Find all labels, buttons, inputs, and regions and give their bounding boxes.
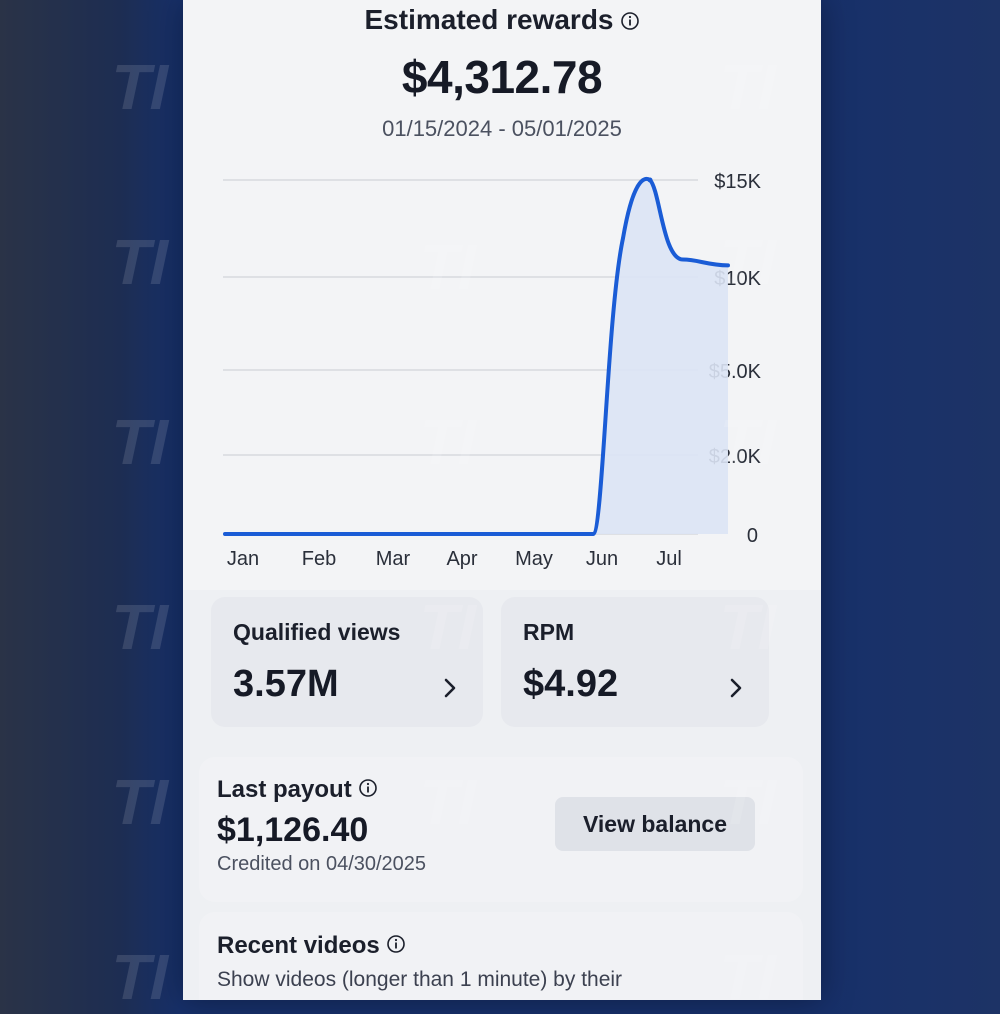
rpm-card[interactable]: RPM $4.92 — [501, 597, 769, 727]
series-point — [647, 177, 653, 183]
last-payout-title-text: Last payout — [217, 776, 352, 803]
x-tick-label: Apr — [446, 548, 477, 570]
x-tick-label: Jun — [586, 548, 618, 570]
watermark-logo: TI — [104, 941, 177, 1013]
series-area — [225, 178, 728, 534]
x-tick-label: May — [515, 548, 553, 570]
watermark-logo: TI — [104, 766, 177, 838]
qualified-views-label: Qualified views — [233, 619, 401, 645]
chevron-right-icon — [443, 677, 457, 704]
rpm-value: $4.92 — [523, 663, 619, 705]
last-payout-card: Last payout $1,126.40 Credited on 04/30/… — [199, 757, 803, 902]
info-icon[interactable] — [620, 6, 640, 38]
x-tick-label: Feb — [302, 548, 336, 570]
recent-videos-card: Recent videos Show videos (longer than 1… — [199, 912, 803, 1000]
watermark-logo: TI — [104, 51, 177, 123]
recent-videos-title: Recent videos — [217, 932, 406, 961]
rewards-summary: Estimated rewards $4,312.78 01/15/2024 -… — [183, 0, 821, 590]
recent-videos-title-text: Recent videos — [217, 932, 380, 959]
last-payout-title: Last payout — [217, 776, 378, 805]
y-tick-label: $15K — [714, 171, 761, 193]
last-payout-amount: $1,126.40 — [217, 811, 369, 849]
qualified-views-value: 3.57M — [233, 663, 339, 705]
info-icon[interactable] — [358, 777, 378, 805]
x-tick-label: Jul — [656, 548, 682, 570]
y-tick-label: 0 — [747, 525, 758, 547]
rpm-label: RPM — [523, 619, 575, 645]
watermark-logo: TI — [104, 591, 177, 663]
x-tick-label: Mar — [376, 548, 411, 570]
watermark-logo: TI — [104, 406, 177, 478]
watermark-logo: TI — [104, 226, 177, 298]
recent-videos-description: Show videos (longer than 1 minute) by th… — [217, 968, 623, 991]
page-title: Estimated rewards — [183, 4, 821, 38]
date-range[interactable]: 01/15/2024 - 05/01/2025 — [183, 116, 821, 142]
chevron-right-icon — [729, 677, 743, 704]
info-icon[interactable] — [386, 933, 406, 961]
qualified-views-card[interactable]: Qualified views 3.57M — [211, 597, 483, 727]
rewards-line-chart: 0$2.0K$5.0K$10K$15KJan Feb Mar Apr May Jun Jul — [223, 171, 762, 570]
credited-date: Credited on 04/30/2025 — [217, 853, 427, 875]
page-title-text: Estimated rewards — [364, 4, 614, 35]
view-balance-button[interactable]: View balance — [555, 797, 755, 851]
estimated-rewards-amount: $4,312.78 — [401, 51, 603, 103]
phone-screen: Estimated rewards $4,312.78 01/15/2024 -… — [183, 0, 821, 1000]
x-tick-label: Jan — [227, 548, 259, 570]
